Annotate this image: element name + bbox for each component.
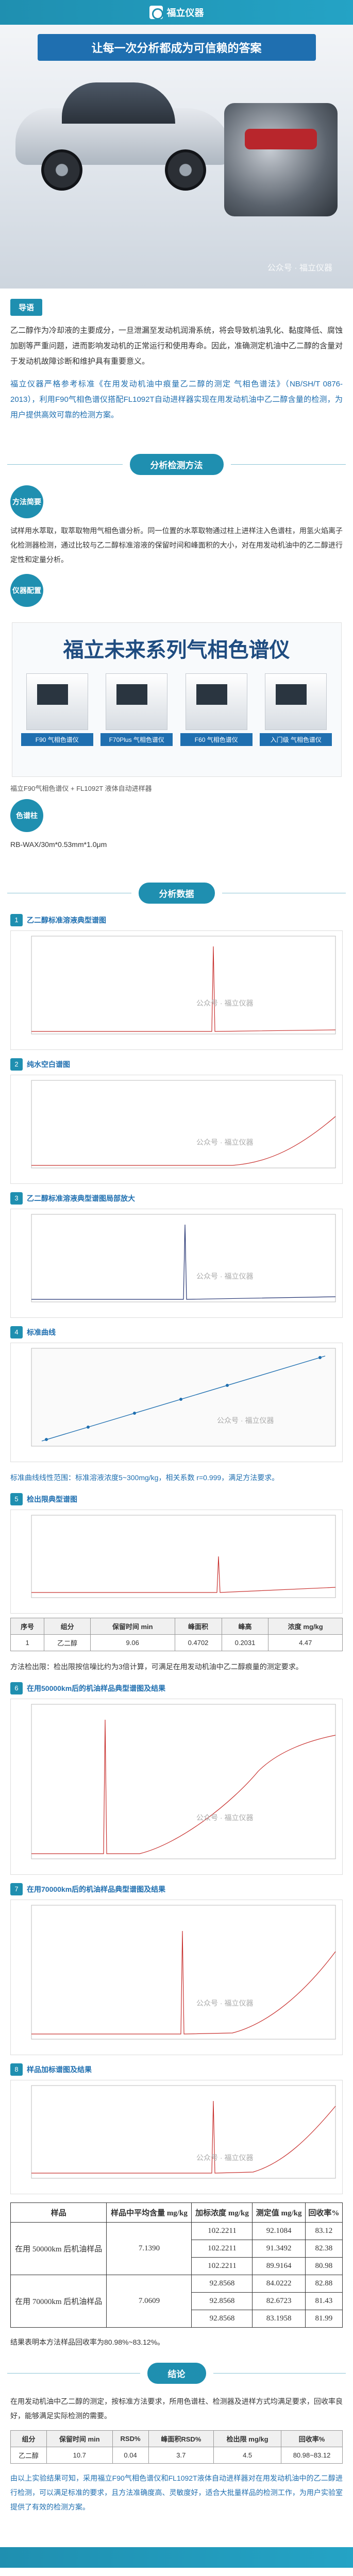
config-caption: 福立F90气相色谱仪 + FL1092T 液体自动进样器	[10, 785, 152, 792]
conclusion-text: 在用发动机油中乙二醇的测定，按标准方法要求，所用色谱柱、检测器及进样方式均满足要…	[10, 2397, 343, 2420]
lod-table: 序号 组分 保留时间 min 峰面积 峰高 浓度 mg/kg 1 乙二醇 9.06 0.47…	[10, 1618, 343, 1651]
table-row: 乙二醇 10.7 0.04 3.7 4.5 80.98~83.12	[10, 2447, 343, 2464]
table-row: 在用 70000km 后机油样品 7.0609 92.8568 84.0222 …	[10, 2275, 343, 2328]
figure-title: 样品加标谱图及结果	[27, 2065, 92, 2074]
conclusion-header: 结论	[0, 2363, 353, 2384]
lod-chart	[10, 1510, 343, 1614]
hero-title: 让每一次分析都成为可信赖的答案	[37, 34, 316, 61]
top-bar: 福立仪器	[0, 0, 353, 25]
calibration-chart: 公众号 · 福立仪器	[10, 1343, 343, 1462]
gc-image	[26, 673, 88, 730]
figure-4: 4 标准曲线 公众号 · 福立仪器	[10, 1326, 343, 1462]
method-paragraph: 试样用水萃取，取萃取物用气相色谱分析。同一位置的水萃取物通过柱上进样注入色谱柱，…	[10, 527, 343, 564]
figure-6: 6 在用50000km后的机油样品典型谱图及结果 公众号 · 福立仪器	[10, 1682, 343, 1875]
summary-table: 组分 保留时间 min RSD% 峰面积RSD% 检出限 mg/kg 回收率% 乙二醇 1…	[10, 2430, 343, 2464]
conclusion-section: 在用发动机油中乙二醇的测定，按标准方法要求，所用色谱柱、检测器及进样方式均满足要…	[0, 2394, 353, 2532]
instrument-caption: F70Plus 气相色谱仪	[100, 733, 173, 746]
car-image	[15, 77, 232, 191]
figure-title: 在用50000km后的机油样品典型谱图及结果	[27, 1684, 166, 1692]
brand-logo: 福立仪器	[149, 6, 204, 20]
sample2-chart: 公众号 · 福立仪器	[10, 1900, 343, 2055]
method-header: 分析检测方法	[0, 454, 353, 475]
figure-title: 乙二醇标准溶液典型谱图	[27, 916, 106, 924]
column-tag: 色谱柱	[10, 799, 43, 832]
summary-text: 由以上实验结果可知，采用福立F90气相色谱仪和FL1092T液体自动进样器对在用…	[10, 2474, 343, 2511]
figure-5: 5 检出限典型谱图 序号 组分 保留时间 min 峰面积 峰高 浓度 mg/kg 1 乙二醇…	[10, 1493, 343, 1651]
hero-banner: 福立仪器 让每一次分析都成为可信赖的答案 公众号 · 福立仪器	[0, 0, 353, 289]
spike-chart: 公众号 · 福立仪器	[10, 2080, 343, 2194]
intro-paragraph-2: 福立仪器严格参考标准《在用发动机油中痕量乙二醇的测定 气相色谱法》（NB/SH/…	[10, 380, 343, 419]
method-title: 分析检测方法	[129, 454, 224, 475]
article: 福立仪器 让每一次分析都成为可信赖的答案 公众号 · 福立仪器 导语 乙二醇作为…	[0, 0, 353, 2568]
instrument-caption: F60 气相色谱仪	[180, 733, 253, 746]
intro-section: 导语 乙二醇作为冷却液的主要成分，一旦泄漏至发动机润滑系统，将会导致机油乳化、黏…	[0, 289, 353, 440]
table-row: 1 乙二醇 9.06 0.4702 0.2031 4.47	[10, 1634, 343, 1651]
figure-title: 检出限典型谱图	[27, 1495, 77, 1503]
instrument-item: 入门级 气相色谱仪	[260, 673, 332, 746]
chart-watermark: 公众号 · 福立仪器	[196, 1272, 254, 1280]
conclusion-title: 结论	[147, 2363, 206, 2384]
zoom-chart: 公众号 · 福立仪器	[10, 1209, 343, 1318]
results-header: 分析数据	[0, 883, 353, 904]
chart-watermark: 公众号 · 福立仪器	[196, 1138, 254, 1146]
intro-paragraph-1: 乙二醇作为冷却液的主要成分，一旦泄漏至发动机润滑系统，将会导致机油乳化、黏度降低…	[10, 326, 343, 366]
logo-text: 福立仪器	[166, 8, 204, 18]
figure-2: 2 纯水空白谱图 公众号 · 福立仪器	[10, 1058, 343, 1184]
gc-image	[185, 673, 247, 730]
footer-bar	[0, 2547, 353, 2568]
gc-image	[106, 673, 168, 730]
figure-title: 乙二醇标准溶液典型谱图局部放大	[27, 1194, 135, 1202]
linearity-text: 标准曲线线性范围：标准溶液浓度5~300mg/kg，相关系数 r=0.999，满…	[10, 1473, 279, 1482]
figure-title: 标准曲线	[27, 1328, 56, 1336]
engine-image	[224, 103, 338, 216]
instrument-item: F90 气相色谱仪	[21, 673, 93, 746]
figure-8: 8 样品加标谱图及结果 公众号 · 福立仪器	[10, 2063, 343, 2194]
watermark: 公众号 · 福立仪器	[267, 264, 332, 273]
config-tag: 仪器配置	[10, 574, 43, 607]
chart-watermark: 公众号 · 福立仪器	[217, 1416, 274, 1425]
method-section: 方法简要 试样用水萃取，取萃取物用气相色谱分析。同一位置的水萃取物通过柱上进样注…	[0, 485, 353, 622]
blank-chart: 公众号 · 福立仪器	[10, 1075, 343, 1184]
chromatogram-chart: 公众号 · 福立仪器	[10, 930, 343, 1050]
recovery-table: 样品 样品中平均含量 mg/kg 加标浓度 mg/kg 测定值 mg/kg 回收…	[10, 2202, 343, 2328]
chart-watermark: 公众号 · 福立仪器	[196, 1814, 254, 1822]
gc-image	[265, 673, 327, 730]
figure-1: 1 乙二醇标准溶液典型谱图 公众号 · 福立仪器	[10, 914, 343, 1050]
figure-7: 7 在用70000km后的机油样品典型谱图及结果 公众号 · 福立仪器	[10, 1883, 343, 2055]
results-title: 分析数据	[138, 883, 215, 904]
method-summary-tag: 方法简要	[10, 485, 43, 518]
column-spec: RB-WAX/30m*0.53mm*1.0μm	[10, 840, 107, 849]
instrument-caption: F90 气相色谱仪	[21, 733, 93, 746]
figure-title: 纯水空白谱图	[27, 1060, 70, 1069]
result-note: 结果表明本方法样品回收率为80.98%~83.12%。	[10, 2338, 165, 2346]
instrument-item: F60 气相色谱仪	[180, 673, 253, 746]
figure-3: 3 乙二醇标准溶液典型谱图局部放大 公众号 · 福立仪器	[10, 1192, 343, 1318]
instrument-banner: 福立未来系列气相色谱仪 F90 气相色谱仪 F70Plus 气相色谱仪 F60 …	[11, 622, 342, 777]
chart-watermark: 公众号 · 福立仪器	[196, 999, 254, 1007]
chart-watermark: 公众号 · 福立仪器	[196, 1999, 254, 2007]
instrument-title: 福立未来系列气相色谱仪	[63, 639, 290, 662]
lod-text: 方法检出限：检出限按信噪比约为3倍计算，可满足在用发动机油中乙二醇痕量的测定要求…	[10, 1663, 303, 1671]
instrument-caption: 入门级 气相色谱仪	[260, 733, 332, 746]
sample1-chart: 公众号 · 福立仪器	[10, 1699, 343, 1875]
intro-tag: 导语	[10, 299, 43, 316]
table-row: 在用 50000km 后机油样品 7.1390 102.2211 92.1084…	[10, 2222, 343, 2275]
chart-watermark: 公众号 · 福立仪器	[196, 2154, 254, 2162]
instrument-item: F70Plus 气相色谱仪	[100, 673, 173, 746]
logo-icon	[149, 6, 163, 20]
figure-title: 在用70000km后的机油样品典型谱图及结果	[27, 1885, 166, 1893]
